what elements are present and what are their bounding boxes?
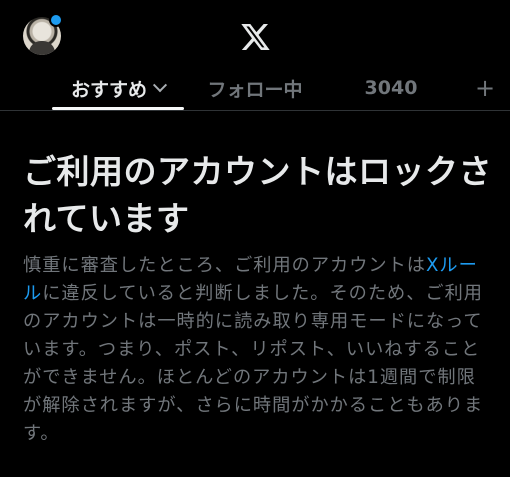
add-tab-button[interactable]: + [470,66,500,110]
notification-dot [49,13,63,27]
avatar-figure [29,41,55,55]
header-divider [0,110,510,111]
tab-list-3040[interactable]: 3040 [352,66,430,110]
message-text-after-link: に違反していると判断しました。そのため、ご利用のアカウントは一時的に読み取り専用… [23,283,484,444]
message-text-before-link: 慎重に審査したところ、ご利用のアカウントは [23,255,426,276]
chevron-down-icon[interactable] [152,78,168,93]
tab-list-3040-label: 3040 [364,77,418,99]
tab-recommended-label: おすすめ [70,78,147,101]
locked-account-title: ご利用のアカウントはロックされています [23,152,492,238]
x-logo-icon[interactable] [241,24,270,50]
locked-account-message: 慎重に審査したところ、ご利用のアカウントはXルールに違反していると判断しました。… [23,252,491,448]
timeline-tabs: おすすめ フォロー中 3040 [0,66,510,110]
tab-following[interactable]: フォロー中 [196,66,314,110]
tab-following-label: フォロー中 [207,78,303,101]
plus-icon: + [474,74,496,102]
top-bar [0,0,510,66]
tab-recommended[interactable]: おすすめ [52,66,184,110]
